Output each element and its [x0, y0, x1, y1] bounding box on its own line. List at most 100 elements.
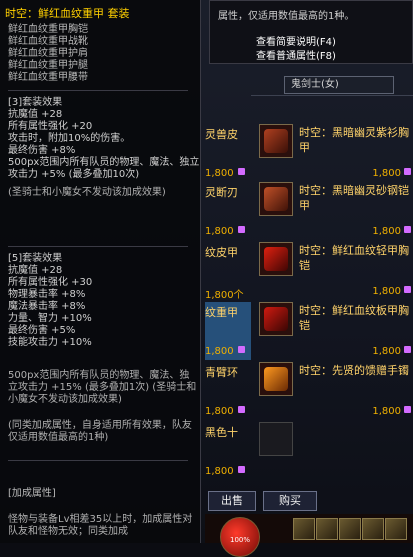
set5-line: 最终伤害 +5%	[8, 325, 76, 336]
set3-line: 抗魔值 +28	[8, 109, 63, 120]
view-description-link[interactable]: 查看简要说明(F4)	[256, 33, 336, 48]
bonus-header: [加成属性]	[8, 488, 56, 499]
coin-icon	[238, 406, 245, 413]
shop-item-empty	[259, 422, 411, 480]
item-price: 1,800	[372, 226, 401, 237]
shop-item-left-1[interactable]: 灵兽皮 1,800	[205, 124, 251, 182]
coin-icon	[404, 406, 411, 413]
set3-line: 攻击时，附加10%的伤害。	[8, 133, 131, 144]
item-price: 1,800	[372, 346, 401, 357]
item-tooltip: 时空：鲜红血纹重甲 套装 鲜红血纹重甲胸铠 鲜红血纹重甲战靴 鲜红血纹重甲护肩 …	[0, 0, 201, 543]
armor-icon	[264, 129, 288, 153]
armor-icon	[264, 307, 288, 331]
item-name: 纹重甲	[205, 306, 238, 319]
sell-button[interactable]: 出售	[208, 491, 256, 511]
item-price: 1,800	[205, 466, 234, 477]
item-name: 灵断刃	[205, 186, 238, 199]
coin-icon	[404, 168, 411, 175]
set-piece: 鲜红血纹重甲护肩	[8, 48, 88, 59]
item-name: 青臂环	[205, 366, 238, 379]
item-icon-slot	[259, 362, 293, 396]
armor-icon	[264, 247, 288, 271]
set-pieces-list: 鲜红血纹重甲胸铠 鲜红血纹重甲战靴 鲜红血纹重甲护肩 鲜红血纹重甲护腿 鲜红血纹…	[8, 24, 198, 84]
bracelet-icon	[264, 367, 288, 391]
item-price: 1,800	[372, 168, 401, 179]
coin-icon	[238, 168, 245, 175]
bonus-text: 怪物与装备Lv相差35以上时，加成属性对队友和怪物无效；同类加成	[8, 514, 193, 537]
item-price: 1,800	[205, 406, 234, 417]
set3-header: [3]套装效果	[8, 97, 63, 108]
divider	[251, 95, 413, 96]
set3-effects: [3]套装效果 抗魔值 +28 所有属性强化 +20 攻击时，附加10%的伤害。…	[8, 97, 200, 199]
item-name: 纹皮甲	[205, 246, 238, 259]
shop-item-left-5[interactable]: 青臂环 1,800	[205, 362, 251, 420]
item-icon-slot	[259, 422, 293, 456]
item-icon-slot	[259, 242, 293, 276]
buy-button[interactable]: 购买	[263, 491, 317, 511]
item-icon-slot	[259, 302, 293, 336]
skill-slot-icon[interactable]	[293, 518, 315, 540]
item-name: 黑色十	[205, 426, 238, 439]
armor-icon	[264, 187, 288, 211]
shop-item-5[interactable]: 时空：先贤的馈赠手镯 1,800	[259, 362, 411, 420]
set3-line: 最终伤害 +8%	[8, 145, 76, 156]
set5-line: 物理暴击率 +8%	[8, 289, 86, 300]
set5-line: 抗魔值 +28	[8, 265, 63, 276]
attribute-note: (同类加成属性，自身适用所有效果，队友仅适用数值最高的1种)	[8, 420, 192, 443]
item-name: 时空：黑暗幽灵砂钢铠甲	[299, 184, 409, 212]
shop-item-left-3[interactable]: 纹皮甲 1,800个	[205, 242, 251, 301]
item-price: 1,800	[372, 406, 401, 417]
view-normal-attr-link[interactable]: 查看普通属性(F8)	[256, 47, 336, 62]
tip-text: 属性，仅适用数值最高的1种。	[218, 11, 355, 22]
coin-icon	[238, 346, 245, 353]
set5-line: 力量、智力 +10%	[8, 313, 92, 324]
item-price: 1,800	[205, 168, 234, 179]
set-title: 时空：鲜红血纹重甲 套装	[5, 7, 130, 20]
set5-line: 技能攻击力 +10%	[8, 337, 92, 348]
attribute-tip-panel: 属性，仅适用数值最高的1种。 查看简要说明(F4) 查看普通属性(F8)	[209, 0, 413, 64]
set3-line: 500px范围内所有队员的物理、魔法、独立攻击力 +5% (最多叠加10次)	[8, 157, 200, 180]
item-name: 时空：鲜红血纹板甲胸铠	[299, 304, 409, 332]
item-name: 时空：鲜红血纹轻甲胸铠	[299, 244, 409, 272]
set5-line: 魔法暴击率 +8%	[8, 301, 86, 312]
shop-item-left-6[interactable]: 黑色十 1,800	[205, 422, 251, 480]
coin-icon	[404, 286, 411, 293]
set-piece: 鲜红血纹重甲腰带	[8, 72, 88, 83]
divider	[8, 460, 188, 461]
item-name: 时空：黑暗幽灵紫衫胸甲	[299, 126, 409, 154]
item-name: 时空：先贤的馈赠手镯	[299, 364, 409, 377]
party-bonus-note: 500px范围内所有队员的物理、魔法、独立攻击力 +15% (最多叠加1次) (…	[8, 370, 197, 405]
shop-item-2[interactable]: 时空：黑暗幽灵砂钢铠甲 1,800	[259, 182, 411, 240]
skill-slot-icon[interactable]	[339, 518, 361, 540]
shop-item-3[interactable]: 时空：鲜红血纹轻甲胸铠 1,800	[259, 242, 411, 300]
skill-slot-icon[interactable]	[316, 518, 338, 540]
set-piece: 鲜红血纹重甲战靴	[8, 36, 88, 47]
item-icon-slot	[259, 182, 293, 216]
set5-effects: [5]套装效果 抗魔值 +28 所有属性强化 +30 物理暴击率 +8% 魔法暴…	[8, 253, 200, 349]
item-price: 1,800个	[205, 290, 244, 301]
shop-item-1[interactable]: 时空：黑暗幽灵紫衫胸甲 1,800	[259, 124, 411, 182]
set3-note: (圣骑士和小魔女不发动该加成效果)	[8, 187, 166, 198]
shop-item-left-4[interactable]: 纹重甲 1,800	[205, 302, 251, 360]
set-piece: 鲜红血纹重甲护腿	[8, 60, 88, 71]
divider	[8, 90, 188, 91]
item-price: 1,800	[205, 226, 234, 237]
skill-slot-icon[interactable]	[385, 518, 407, 540]
item-price: 1,800	[372, 286, 401, 297]
item-price: 1,800	[205, 346, 234, 357]
divider	[8, 246, 188, 247]
item-name: 灵兽皮	[205, 128, 238, 141]
coin-icon	[238, 226, 245, 233]
coin-icon	[404, 226, 411, 233]
item-icon-slot	[259, 124, 293, 158]
shop-item-left-2[interactable]: 灵断刃 1,800	[205, 182, 251, 240]
coin-icon	[238, 466, 245, 473]
coin-icon	[404, 346, 411, 353]
shop-item-4[interactable]: 时空：鲜红血纹板甲胸铠 1,800	[259, 302, 411, 360]
set-piece: 鲜红血纹重甲胸铠	[8, 24, 88, 35]
class-filter-select[interactable]: 鬼剑士(女)	[284, 76, 394, 94]
set5-line: 所有属性强化 +30	[8, 277, 93, 288]
set5-header: [5]套装效果	[8, 253, 63, 264]
set3-line: 所有属性强化 +20	[8, 121, 93, 132]
skill-slot-icon[interactable]	[362, 518, 384, 540]
